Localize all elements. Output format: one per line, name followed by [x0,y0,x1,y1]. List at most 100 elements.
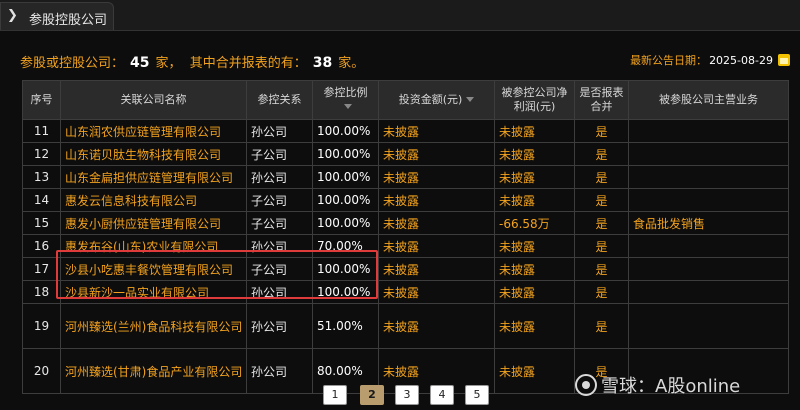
cell-company-name[interactable]: 惠发云信息科技有限公司 [60,188,247,212]
page-button-4[interactable]: 4 [430,385,454,405]
cell-profit: 未披露 [494,348,575,394]
cell-ratio: 100.00% [312,188,379,212]
cell-investment: 未披露 [378,303,495,349]
calendar-icon[interactable] [778,54,790,66]
watermark: 雪球：A股online [575,372,741,397]
cell-seq: 19 [22,303,61,349]
cell-business [628,234,789,258]
cell-consolidated: 是 [574,188,629,212]
cell-company-name[interactable]: 沙县新沙一品实业有限公司 [60,280,247,304]
table-row[interactable]: 15 惠发小厨供应链管理有限公司 子公司 100.00% 未披露 -66.58万… [22,211,789,235]
cell-investment: 未披露 [378,119,495,143]
cell-company-name[interactable]: 山东诺贝肽生物科技有限公司 [60,142,247,166]
summary-middle: 其中合并报表的有： [189,56,307,71]
cell-relation: 孙公司 [246,280,313,304]
cell-ratio: 100.00% [312,211,379,235]
page-button-1[interactable]: 1 [323,385,347,405]
cell-ratio: 100.00% [312,119,379,143]
cell-relation: 孙公司 [246,119,313,143]
title-bar: ❯ 参股控股公司 [0,0,800,31]
col-header-business: 被参股公司主营业务 [628,80,789,120]
chevron-right-icon: ❯ [7,8,18,23]
table-header-row: 序号 关联公司名称 参控关系 参控比例 投资金额(元) 被参控公司净利润(元) … [22,80,789,120]
latest-announcement: 最新公告日期： 2025-08-29 [630,52,790,68]
cell-business [628,165,789,189]
cell-company-name[interactable]: 惠发布谷(山东)农业有限公司 [60,234,247,258]
table-row[interactable]: 16 惠发布谷(山东)农业有限公司 孙公司 70.00% 未披露 未披露 是 [22,234,789,258]
table-row[interactable]: 18 沙县新沙一品实业有限公司 孙公司 100.00% 未披露 未披露 是 [22,280,789,304]
latest-date-label: 最新公告日期： [630,54,708,67]
cell-company-name[interactable]: 山东润农供应链管理有限公司 [60,119,247,143]
summary-unit-2: 家。 [338,56,365,71]
sort-arrow-icon[interactable] [343,104,352,109]
cell-consolidated: 是 [574,280,629,304]
cell-business [628,188,789,212]
cell-profit: 未披露 [494,119,575,143]
xueqiu-logo-icon [575,374,597,396]
page-button-5[interactable]: 5 [465,385,489,405]
cell-profit: 未披露 [494,303,575,349]
cell-seq: 18 [22,280,61,304]
page-button-3[interactable]: 3 [395,385,419,405]
latest-date: 2025-08-29 [709,54,773,67]
cell-business [628,303,789,349]
summary-unit-1: 家， [155,56,182,71]
cell-ratio: 100.00% [312,280,379,304]
cell-seq: 14 [22,188,61,212]
cell-ratio: 100.00% [312,142,379,166]
cell-seq: 17 [22,257,61,281]
cell-profit: 未披露 [494,257,575,281]
cell-ratio: 100.00% [312,165,379,189]
cell-relation: 孙公司 [246,348,313,394]
cell-company-name[interactable]: 河州臻选(兰州)食品科技有限公司 [60,303,247,349]
col-header-relation: 参控关系 [246,80,313,120]
cell-investment: 未披露 [378,165,495,189]
cell-ratio: 51.00% [312,303,379,349]
cell-business [628,142,789,166]
table-row[interactable]: 14 惠发云信息科技有限公司 子公司 100.00% 未披露 未披露 是 [22,188,789,212]
cell-seq: 16 [22,234,61,258]
cell-consolidated: 是 [574,142,629,166]
table-row[interactable]: 13 山东金扁担供应链管理有限公司 孙公司 100.00% 未披露 未披露 是 [22,165,789,189]
cell-business [628,280,789,304]
merged-count: 38 [312,55,333,71]
cell-relation: 子公司 [246,211,313,235]
cell-consolidated: 是 [574,257,629,281]
cell-investment: 未披露 [378,257,495,281]
cell-investment: 未披露 [378,211,495,235]
col-header-profit: 被参控公司净利润(元) [494,80,575,120]
cell-profit: 未披露 [494,234,575,258]
cell-consolidated: 是 [574,165,629,189]
section-tab[interactable]: ❯ 参股控股公司 [0,2,114,30]
page-button-2-active[interactable]: 2 [360,385,384,405]
cell-relation: 子公司 [246,257,313,281]
cell-relation: 子公司 [246,188,313,212]
summary-prefix: 参股或控股公司： [20,56,125,71]
cell-seq: 12 [22,142,61,166]
table-row[interactable]: 12 山东诺贝肽生物科技有限公司 子公司 100.00% 未披露 未披露 是 [22,142,789,166]
cell-company-name[interactable]: 沙县小吃惠丰餐饮管理有限公司 [60,257,247,281]
table-row[interactable]: 19 河州臻选(兰州)食品科技有限公司 孙公司 51.00% 未披露 未披露 是 [22,303,789,349]
cell-investment: 未披露 [378,234,495,258]
col-header-investment[interactable]: 投资金额(元) [378,80,495,120]
col-header-consolidated: 是否报表合并 [574,80,629,120]
watermark-text: 雪球：A股online [601,376,741,397]
table-row[interactable]: 17 沙县小吃惠丰餐饮管理有限公司 子公司 100.00% 未披露 未披露 是 [22,257,789,281]
sort-arrow-icon[interactable] [466,97,475,102]
col-header-ratio[interactable]: 参控比例 [312,80,379,120]
cell-company-name[interactable]: 惠发小厨供应链管理有限公司 [60,211,247,235]
cell-profit: -66.58万 [494,211,575,235]
cell-seq: 11 [22,119,61,143]
cell-company-name[interactable]: 河州臻选(甘肃)食品产业有限公司 [60,348,247,394]
cell-seq: 13 [22,165,61,189]
cell-relation: 孙公司 [246,165,313,189]
cell-consolidated: 是 [574,234,629,258]
cell-ratio: 70.00% [312,234,379,258]
cell-company-name[interactable]: 山东金扁担供应链管理有限公司 [60,165,247,189]
cell-consolidated: 是 [574,211,629,235]
cell-investment: 未披露 [378,280,495,304]
holdings-table: 序号 关联公司名称 参控关系 参控比例 投资金额(元) 被参控公司净利润(元) … [22,80,789,394]
holdings-summary: 参股或控股公司： 45 家， 其中合并报表的有： 38 家。 [20,52,364,71]
cell-investment: 未披露 [378,188,495,212]
table-row[interactable]: 11 山东润农供应链管理有限公司 孙公司 100.00% 未披露 未披露 是 [22,119,789,143]
